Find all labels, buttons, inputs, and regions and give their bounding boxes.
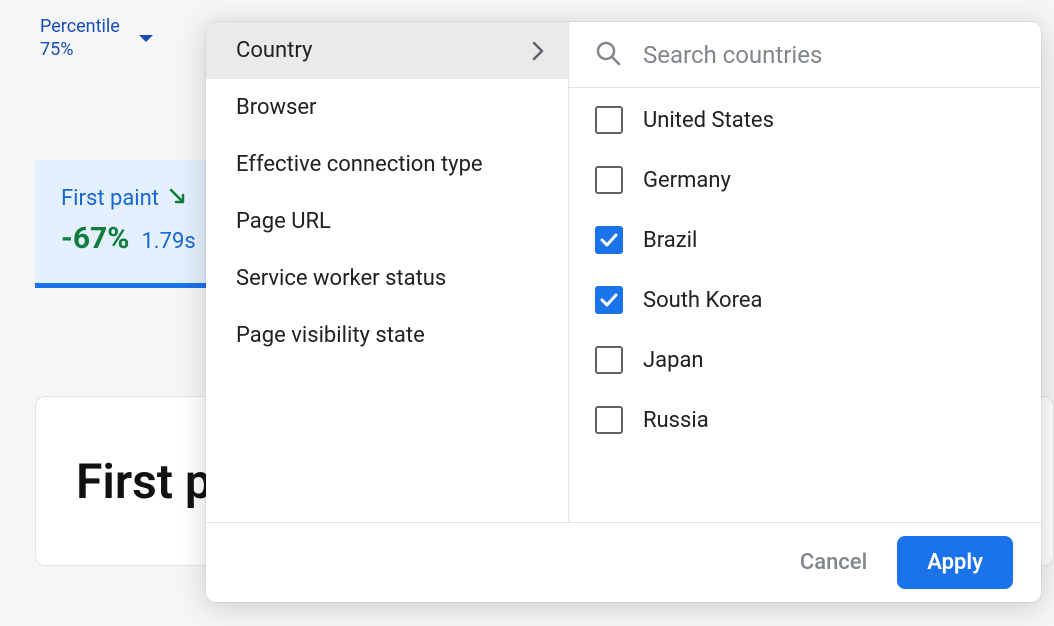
popover-footer: Cancel Apply — [206, 522, 1041, 602]
country-option-label: Germany — [643, 168, 731, 193]
country-option-label: United States — [643, 108, 774, 133]
filter-category-label: Browser — [236, 95, 317, 120]
checkbox[interactable] — [595, 286, 623, 314]
percentile-value: 75% — [40, 38, 120, 61]
checkbox[interactable] — [595, 406, 623, 434]
country-option[interactable]: United States — [595, 106, 1015, 134]
percentile-label: Percentile — [40, 15, 120, 38]
country-option-label: Japan — [643, 348, 704, 373]
chevron-right-icon — [532, 41, 544, 61]
dropdown-icon — [138, 29, 154, 48]
checkbox[interactable] — [595, 166, 623, 194]
cancel-button[interactable]: Cancel — [800, 550, 867, 575]
country-checkbox-list: United States Germany Brazil South Korea Jap… — [569, 88, 1041, 452]
percentile-selector[interactable]: Percentile 75% — [40, 15, 154, 62]
apply-button[interactable]: Apply — [897, 536, 1013, 589]
country-option[interactable]: Japan — [595, 346, 1015, 374]
country-option[interactable]: Germany — [595, 166, 1015, 194]
filter-category-label: Country — [236, 38, 312, 63]
country-option[interactable]: Russia — [595, 406, 1015, 434]
search-row — [569, 22, 1041, 88]
filter-category-item[interactable]: Page URL — [206, 193, 568, 250]
filter-category-item[interactable]: Country — [206, 22, 568, 79]
country-option-label: Brazil — [643, 228, 697, 253]
checkbox[interactable] — [595, 106, 623, 134]
filter-popover: Country Browser Effective connection type P… — [206, 22, 1041, 602]
filter-category-label: Service worker status — [236, 266, 446, 291]
filter-category-item[interactable]: Browser — [206, 79, 568, 136]
filter-category-label: Effective connection type — [236, 152, 483, 177]
filter-category-item[interactable]: Service worker status — [206, 250, 568, 307]
filter-category-label: Page visibility state — [236, 323, 425, 348]
search-icon — [595, 40, 621, 70]
country-option[interactable]: Brazil — [595, 226, 1015, 254]
checkbox[interactable] — [595, 346, 623, 374]
checkbox[interactable] — [595, 226, 623, 254]
country-option-label: Russia — [643, 408, 709, 433]
metric-subvalue: 1.79s — [141, 229, 195, 254]
filter-category-item[interactable]: Page visibility state — [206, 307, 568, 364]
country-option[interactable]: South Korea — [595, 286, 1015, 314]
country-option-label: South Korea — [643, 288, 762, 313]
large-metric-title: First p — [76, 453, 212, 510]
filter-category-item[interactable]: Effective connection type — [206, 136, 568, 193]
metric-title: First paint — [61, 186, 159, 211]
metric-delta: -67% — [61, 221, 129, 256]
trend-down-icon — [169, 188, 189, 210]
filter-category-list: Country Browser Effective connection type P… — [206, 22, 569, 522]
filter-category-label: Page URL — [236, 209, 331, 234]
search-input[interactable] — [643, 41, 1015, 69]
